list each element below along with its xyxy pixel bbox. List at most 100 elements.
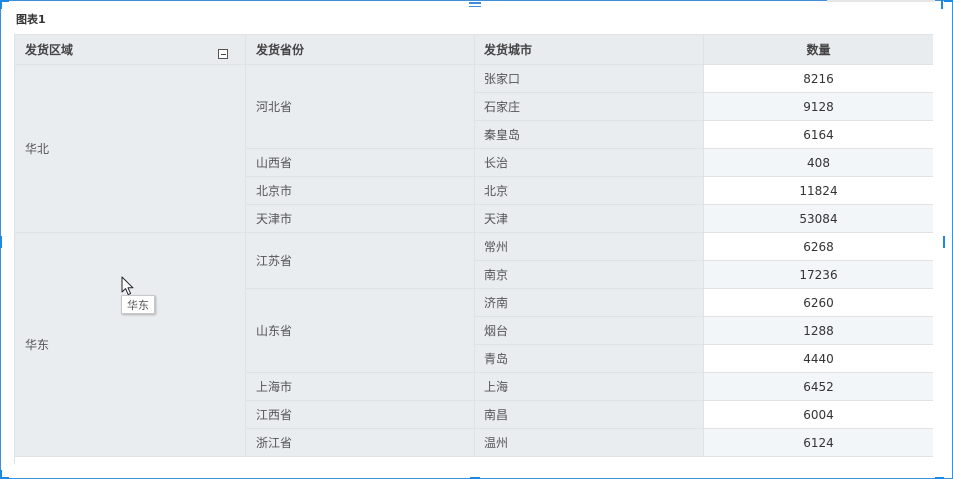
toolbar-shadow: [827, 0, 935, 2]
quantity-cell-text: 9128: [803, 99, 834, 114]
header-city[interactable]: 发货城市: [475, 35, 704, 65]
widget-title: 图表1: [16, 13, 46, 26]
province-cell-text: 山西省: [256, 156, 293, 170]
province-cell[interactable]: 山西省: [246, 149, 475, 177]
city-cell-text: 上海: [484, 380, 509, 394]
drag-handle-icon[interactable]: [469, 2, 481, 11]
city-cell[interactable]: 温州: [475, 429, 704, 457]
province-cell[interactable]: 上海市: [246, 373, 475, 401]
resize-handle-top-right[interactable]: [944, 0, 953, 2]
resize-handle-top-left-v[interactable]: [0, 0, 2, 9]
city-cell[interactable]: 上海: [475, 373, 704, 401]
hover-tooltip: 华东: [121, 295, 155, 314]
city-cell[interactable]: 青岛: [475, 345, 704, 373]
quantity-cell[interactable]: 408: [704, 149, 933, 177]
resize-handle-left-mid[interactable]: [0, 236, 2, 248]
city-cell-text: 北京: [484, 184, 509, 198]
chart-widget[interactable]: 图表1 发货区域 发货省份 发货城市 数量 华北 河北省 张家口 8216 石家庄 912…: [0, 0, 953, 479]
quantity-cell[interactable]: 6004: [704, 401, 933, 429]
header-region-label: 发货区域: [25, 43, 74, 57]
quantity-cell[interactable]: 9128: [704, 93, 933, 121]
city-cell[interactable]: 北京: [475, 177, 704, 205]
quantity-cell-text: 6124: [803, 435, 834, 450]
province-cell-text: 河北省: [256, 100, 293, 114]
province-cell[interactable]: 山东省: [246, 289, 475, 373]
quantity-cell[interactable]: 6452: [704, 373, 933, 401]
pivot-table: 发货区域 发货省份 发货城市 数量 华北 河北省 张家口 8216 石家庄 9128 秦皇岛…: [14, 34, 933, 464]
mouse-pointer-icon: [121, 276, 134, 296]
quantity-cell-text: 4440: [803, 351, 834, 366]
city-cell-text: 天津: [484, 212, 509, 226]
province-cell-text: 北京市: [256, 184, 293, 198]
city-cell[interactable]: 南昌: [475, 401, 704, 429]
quantity-cell[interactable]: 6164: [704, 121, 933, 149]
city-cell[interactable]: 天津: [475, 205, 704, 233]
province-cell[interactable]: 江西省: [246, 401, 475, 429]
quantity-cell[interactable]: 8216: [704, 65, 933, 93]
province-cell-text: 江西省: [256, 408, 293, 422]
header-quantity-label: 数量: [806, 43, 831, 57]
selection-border-top: [0, 0, 953, 1]
quantity-cell[interactable]: 53084: [704, 205, 933, 233]
province-cell-text: 上海市: [256, 380, 293, 394]
quantity-cell-text: 6452: [803, 379, 834, 394]
quantity-cell-text: 6164: [803, 127, 834, 142]
quantity-cell-text: 17236: [799, 267, 838, 282]
quantity-cell-text: 1288: [803, 323, 834, 338]
city-cell[interactable]: 常州: [475, 233, 704, 261]
province-cell[interactable]: 浙江省: [246, 429, 475, 457]
city-cell-text: 长治: [484, 156, 509, 170]
quantity-cell[interactable]: 4440: [704, 345, 933, 373]
province-cell[interactable]: 天津市: [246, 205, 475, 233]
province-cell[interactable]: 江苏省: [246, 233, 475, 289]
header-region[interactable]: 发货区域: [15, 35, 246, 65]
city-cell[interactable]: 秦皇岛: [475, 121, 704, 149]
city-cell[interactable]: 济南: [475, 289, 704, 317]
region-cell-text: 华北: [25, 142, 50, 156]
city-cell-text: 温州: [484, 436, 509, 450]
province-cell-text: 江苏省: [256, 254, 293, 268]
quantity-cell-text: 6260: [803, 295, 834, 310]
resize-handle-bottom-left-v[interactable]: [0, 470, 2, 479]
quantity-cell-text: 6268: [803, 239, 834, 254]
quantity-cell-text: 408: [807, 155, 830, 170]
quantity-cell[interactable]: 6268: [704, 233, 933, 261]
minus-square-icon[interactable]: [218, 49, 228, 59]
quantity-cell-text: 6004: [803, 407, 834, 422]
quantity-cell-text: 8216: [803, 71, 834, 86]
city-cell-text: 烟台: [484, 324, 509, 338]
city-cell[interactable]: 烟台: [475, 317, 704, 345]
header-quantity[interactable]: 数量: [704, 35, 933, 65]
province-cell-text: 浙江省: [256, 436, 293, 450]
city-cell[interactable]: 张家口: [475, 65, 704, 93]
quantity-cell[interactable]: 6124: [704, 429, 933, 457]
city-cell[interactable]: 石家庄: [475, 93, 704, 121]
header-province-label: 发货省份: [256, 43, 305, 57]
region-cell[interactable]: 华北: [15, 65, 246, 233]
quantity-cell-text: 11824: [799, 183, 838, 198]
city-cell-text: 青岛: [484, 352, 509, 366]
city-cell[interactable]: 长治: [475, 149, 704, 177]
city-cell[interactable]: 南京: [475, 261, 704, 289]
quantity-cell-text: 53084: [799, 211, 838, 226]
city-cell-text: 常州: [484, 240, 509, 254]
region-cell[interactable]: 华东: [15, 233, 246, 457]
quantity-cell[interactable]: 17236: [704, 261, 933, 289]
city-cell-text: 石家庄: [484, 100, 521, 114]
city-cell-text: 南昌: [484, 408, 509, 422]
tooltip-text: 华东: [127, 298, 149, 312]
quantity-cell[interactable]: 1288: [704, 317, 933, 345]
region-cell-text: 华东: [25, 338, 50, 352]
city-cell-text: 济南: [484, 296, 509, 310]
header-province[interactable]: 发货省份: [246, 35, 475, 65]
quantity-cell[interactable]: 11824: [704, 177, 933, 205]
city-cell-text: 秦皇岛: [484, 128, 521, 142]
resize-handle-right-mid[interactable]: [943, 236, 945, 248]
province-cell[interactable]: 北京市: [246, 177, 475, 205]
city-cell-text: 南京: [484, 268, 509, 282]
header-city-label: 发货城市: [484, 43, 533, 57]
city-cell-text: 张家口: [484, 72, 521, 86]
province-cell[interactable]: 河北省: [246, 65, 475, 149]
quantity-cell[interactable]: 6260: [704, 289, 933, 317]
resize-handle-top-right-v[interactable]: [941, 0, 943, 9]
